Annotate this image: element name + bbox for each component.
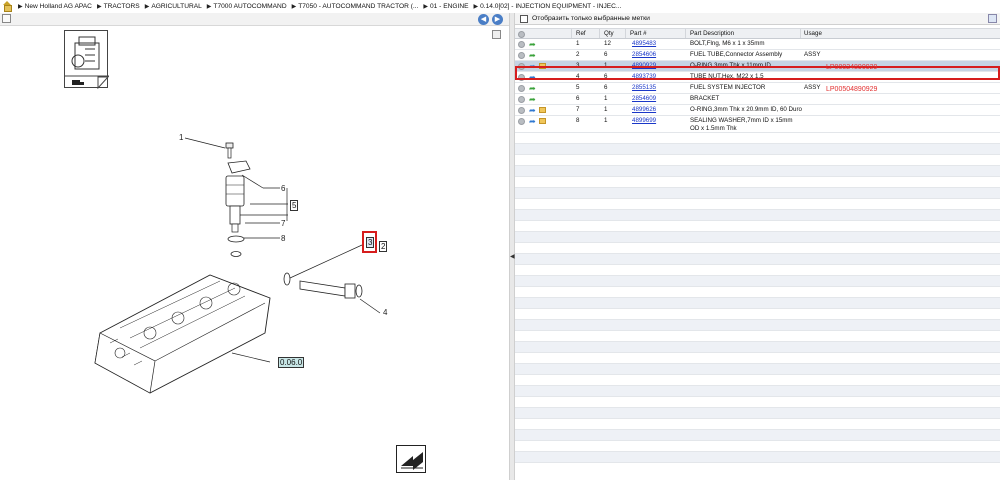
annotation-note: LP00504890929 xyxy=(826,86,878,93)
cell-qty: 12 xyxy=(604,40,611,47)
breadcrumb-arrow-icon: ▶ xyxy=(473,3,479,10)
cell-qty: 1 xyxy=(604,117,608,124)
show-selected-only-checkbox[interactable] xyxy=(520,15,528,23)
cell-description: FUEL TUBE,Connector Assembly xyxy=(690,51,783,58)
engine-thumbnail[interactable] xyxy=(64,30,110,90)
cell-qty: 6 xyxy=(604,84,608,91)
filter-bar: Отобразить только выбранные метки xyxy=(515,13,1000,25)
table-row[interactable]: ➦ 2 6 2854606 FUEL TUBE,Connector Assemb… xyxy=(515,50,1000,61)
green-arrow-icon[interactable]: ➦ xyxy=(529,85,536,93)
diagram-label-8[interactable]: 8 xyxy=(281,234,285,243)
diagram-label-7[interactable]: 7 xyxy=(281,219,285,228)
green-arrow-icon[interactable]: ➦ xyxy=(529,52,536,60)
part-number-link[interactable]: 2855135 xyxy=(632,84,656,92)
diagram-label-4[interactable]: 4 xyxy=(383,308,387,317)
cell-description: O-RING,3mm Thk x 20.9mm ID, 60 Duro xyxy=(690,106,802,113)
select-all-icon[interactable] xyxy=(518,31,525,38)
header-part[interactable]: Part # xyxy=(630,30,647,38)
green-arrow-icon[interactable]: ➦ xyxy=(529,41,536,49)
header-usage[interactable]: Usage xyxy=(804,30,822,38)
header-description[interactable]: Part Description xyxy=(690,30,734,38)
highlight-callout-box xyxy=(362,231,377,253)
cell-description: BOLT,Flng, M6 x 1 x 35mm xyxy=(690,40,765,47)
cell-usage: ASSY xyxy=(804,51,821,58)
blue-arrow-icon[interactable]: ➦ xyxy=(529,107,536,115)
table-row[interactable]: ➦ 7 1 4899626 O-RING,3mm Thk x 20.9mm ID… xyxy=(515,105,1000,116)
row-select-icon[interactable] xyxy=(518,85,525,92)
fullscreen-icon[interactable] xyxy=(492,30,501,39)
part-number-link[interactable]: 4895483 xyxy=(632,40,656,48)
cell-ref: 1 xyxy=(576,40,580,47)
table-row[interactable]: ➦ 8 1 4899699 SEALING WASHER,7mm ID x 15… xyxy=(515,116,1000,133)
breadcrumb-item[interactable]: 0.14.0[02] - INJECTION EQUIPMENT - INJEC… xyxy=(480,3,621,10)
diagram-label-6[interactable]: 6 xyxy=(281,184,285,193)
empty-table-area xyxy=(515,133,1000,463)
breadcrumb-arrow-icon: ▶ xyxy=(18,3,23,10)
diagram-panel: ◀ ▶ 1 6 5 7 8 3 2 4 0.06.0 xyxy=(0,13,509,480)
blue-arrow-icon[interactable]: ➦ xyxy=(529,118,536,126)
header-qty[interactable]: Qty xyxy=(604,30,614,38)
breadcrumb-item[interactable]: 01 - ENGINE xyxy=(430,3,468,10)
part-number-link[interactable]: 4899626 xyxy=(632,106,656,114)
row-select-icon[interactable] xyxy=(518,96,525,103)
table-row[interactable]: ➦ 5 6 2855135 FUEL SYSTEM INJECTOR ASSY xyxy=(515,83,1000,94)
row-select-icon[interactable] xyxy=(518,118,525,125)
breadcrumb-arrow-icon: ▶ xyxy=(206,3,212,10)
header-ref[interactable]: Ref xyxy=(576,30,586,38)
cell-description: BRACKET xyxy=(690,95,720,102)
diagram-label-5[interactable]: 5 xyxy=(290,200,299,211)
table-row[interactable]: ➦ 1 12 4895483 BOLT,Flng, M6 x 1 x 35mm xyxy=(515,39,1000,50)
row-select-icon[interactable] xyxy=(518,41,525,48)
cell-ref: 2 xyxy=(576,51,580,58)
parts-panel: Отобразить только выбранные метки Ref Qt… xyxy=(515,13,1000,480)
breadcrumb-arrow-icon: ▶ xyxy=(291,3,297,10)
next-button[interactable]: ▶ xyxy=(492,14,503,25)
table-row[interactable]: ➦ 6 1 2854609 BRACKET xyxy=(515,94,1000,105)
green-arrow-icon[interactable]: ➦ xyxy=(529,96,536,104)
cell-qty: 1 xyxy=(604,95,608,102)
breadcrumb-item[interactable]: AGRICULTURAL xyxy=(151,3,201,10)
move-icon[interactable] xyxy=(2,14,11,23)
breadcrumb-item[interactable]: TRACTORS xyxy=(104,3,140,10)
breadcrumb: ▶ New Holland AG APAC ▶ TRACTORS ▶ AGRIC… xyxy=(0,0,1000,12)
parts-table: Ref Qty Part # Part Description Usage ➦ … xyxy=(515,28,1000,463)
cell-description: FUEL SYSTEM INJECTOR xyxy=(690,84,766,91)
show-selected-only-label: Отобразить только выбранные метки xyxy=(532,15,650,22)
cell-qty: 1 xyxy=(604,106,608,113)
breadcrumb-item[interactable]: T7000 AUTOCOMMAND xyxy=(213,3,286,10)
previous-button[interactable]: ◀ xyxy=(478,14,489,25)
package-icon[interactable] xyxy=(539,107,546,113)
part-number-link[interactable]: 2854609 xyxy=(632,95,656,103)
options-icon[interactable] xyxy=(988,14,997,23)
breadcrumb-arrow-icon: ▶ xyxy=(96,3,102,10)
diagram-toolbar: ◀ ▶ xyxy=(0,13,509,26)
annotation-note: LP00024890929 xyxy=(826,64,878,71)
cell-usage: ASSY xyxy=(804,84,821,91)
part-number-link[interactable]: 4899699 xyxy=(632,117,656,125)
cell-qty: 6 xyxy=(604,51,608,58)
cell-ref: 8 xyxy=(576,117,580,124)
diagram-label-2[interactable]: 2 xyxy=(379,241,388,252)
diagram-ref-box[interactable]: 0.06.0 xyxy=(278,357,305,368)
home-icon[interactable] xyxy=(2,1,12,12)
next-page-icon[interactable] xyxy=(396,445,426,473)
cell-ref: 6 xyxy=(576,95,580,102)
breadcrumb-arrow-icon: ▶ xyxy=(423,3,429,10)
cell-description: SEALING WASHER,7mm ID x 15mm OD x 1.5mm … xyxy=(690,117,793,132)
diagram-label-1[interactable]: 1 xyxy=(179,133,183,142)
part-number-link[interactable]: 2854606 xyxy=(632,51,656,59)
breadcrumb-item[interactable]: New Holland AG APAC xyxy=(25,3,92,10)
table-header: Ref Qty Part # Part Description Usage xyxy=(515,28,1000,39)
row-select-icon[interactable] xyxy=(518,52,525,59)
breadcrumb-arrow-icon: ▶ xyxy=(144,3,150,10)
highlight-box xyxy=(515,66,1000,80)
breadcrumb-item[interactable]: T7050 - AUTOCOMMAND TRACTOR (... xyxy=(298,3,418,10)
row-select-icon[interactable] xyxy=(518,107,525,114)
package-icon[interactable] xyxy=(539,118,546,124)
cell-ref: 7 xyxy=(576,106,580,113)
cell-ref: 5 xyxy=(576,84,580,91)
collapse-arrow-icon[interactable]: ◀ xyxy=(510,253,515,261)
